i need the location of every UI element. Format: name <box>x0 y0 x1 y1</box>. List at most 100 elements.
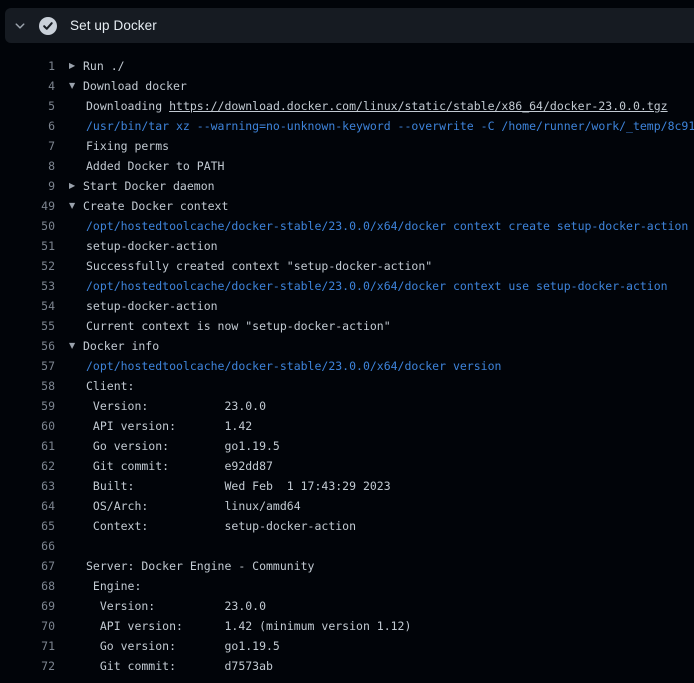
log-row: 64 OS/Arch: linux/amd64 <box>0 496 694 516</box>
log-text-segment: Context: setup-docker-action <box>86 519 356 533</box>
log-text-segment: /usr/bin/tar xz --warning=no-unknown-key… <box>86 119 694 133</box>
log-row: 62 Git commit: e92dd87 <box>0 456 694 476</box>
line-number[interactable]: 65 <box>0 516 55 536</box>
line-number[interactable]: 1 <box>0 56 55 76</box>
log-row: 57/opt/hostedtoolcache/docker-stable/23.… <box>0 356 694 376</box>
log-text-segment: Engine: <box>86 579 141 593</box>
log-row: 72 Git commit: d7573ab <box>0 656 694 676</box>
log-url-link[interactable]: https://download.docker.com/linux/static… <box>169 99 668 113</box>
line-number[interactable]: 56 <box>0 336 55 356</box>
line-number[interactable]: 71 <box>0 636 55 656</box>
log-text-segment: Fixing perms <box>86 139 169 153</box>
log-line-text: OS/Arch: linux/amd64 <box>86 496 301 516</box>
log-group-row[interactable]: 4 ▼Download docker <box>0 76 694 96</box>
line-number[interactable]: 50 <box>0 216 55 236</box>
line-number[interactable]: 67 <box>0 556 55 576</box>
log-command-line: /opt/hostedtoolcache/docker-stable/23.0.… <box>86 276 668 296</box>
line-number[interactable]: 55 <box>0 316 55 336</box>
line-number[interactable]: 52 <box>0 256 55 276</box>
log-rows: 1▶Run ./4▼Download docker5Downloading ht… <box>0 56 694 676</box>
log-line-text: setup-docker-action <box>86 296 218 316</box>
log-text-segment: Successfully created context "setup-dock… <box>86 259 432 273</box>
log-text-segment: setup-docker-action <box>86 299 218 313</box>
step-header[interactable]: Set up Docker <box>5 8 694 43</box>
line-number[interactable]: 68 <box>0 576 55 596</box>
log-command-line: /opt/hostedtoolcache/docker-stable/23.0.… <box>86 216 688 236</box>
log-row: 70 API version: 1.42 (minimum version 1.… <box>0 616 694 636</box>
log-row: 71 Go version: go1.19.5 <box>0 636 694 656</box>
log-group-row[interactable]: 56 ▼Docker info <box>0 336 694 356</box>
log-row: 8 Added Docker to PATH <box>0 156 694 176</box>
log-group-row[interactable]: 9 ▶Start Docker daemon <box>0 176 694 196</box>
expand-triangle-icon[interactable]: ▶ <box>69 176 83 196</box>
log-text-segment: Go version: go1.19.5 <box>86 639 280 653</box>
group-title[interactable]: Start Docker daemon <box>83 176 215 196</box>
log-line-text: Built: Wed Feb 1 17:43:29 2023 <box>86 476 391 496</box>
line-number[interactable]: 59 <box>0 396 55 416</box>
log-line-text: Downloading https://download.docker.com/… <box>86 96 668 116</box>
line-number[interactable]: 62 <box>0 456 55 476</box>
group-title[interactable]: Download docker <box>83 76 187 96</box>
log-command-line: /opt/hostedtoolcache/docker-stable/23.0.… <box>86 356 501 376</box>
log-row: 51 setup-docker-action <box>0 236 694 256</box>
group-title[interactable]: Docker info <box>83 336 159 356</box>
line-number[interactable]: 49 <box>0 196 55 216</box>
line-number[interactable]: 60 <box>0 416 55 436</box>
line-number[interactable]: 5 <box>0 96 55 116</box>
log-line-text: Version: 23.0.0 <box>86 396 266 416</box>
collapse-triangle-icon[interactable]: ▼ <box>69 196 83 216</box>
log-text-segment: Added Docker to PATH <box>86 159 224 173</box>
line-number[interactable]: 69 <box>0 596 55 616</box>
line-number[interactable]: 70 <box>0 616 55 636</box>
log-line-text: Added Docker to PATH <box>86 156 224 176</box>
log-text-segment: Built: Wed Feb 1 17:43:29 2023 <box>86 479 391 493</box>
chevron-down-icon[interactable] <box>14 20 26 32</box>
line-number[interactable]: 53 <box>0 276 55 296</box>
line-number[interactable]: 51 <box>0 236 55 256</box>
line-number[interactable]: 6 <box>0 116 55 136</box>
log-group-row[interactable]: 49 ▼Create Docker context <box>0 196 694 216</box>
log-text-segment: Current context is now "setup-docker-act… <box>86 319 391 333</box>
group-title[interactable]: Run ./ <box>83 56 125 76</box>
line-number[interactable]: 4 <box>0 76 55 96</box>
log-row: 65 Context: setup-docker-action <box>0 516 694 536</box>
line-number[interactable]: 54 <box>0 296 55 316</box>
log-line-text: setup-docker-action <box>86 236 218 256</box>
log-row: 66 <box>0 536 694 556</box>
log-text-segment: API version: 1.42 <box>86 419 252 433</box>
step-title: Set up Docker <box>70 18 157 33</box>
log-row: 59 Version: 23.0.0 <box>0 396 694 416</box>
line-number[interactable]: 58 <box>0 376 55 396</box>
log-command-line: /usr/bin/tar xz --warning=no-unknown-key… <box>86 116 694 136</box>
line-number[interactable]: 72 <box>0 656 55 676</box>
log-group-row[interactable]: 1 ▶Run ./ <box>0 56 694 76</box>
group-title[interactable]: Create Docker context <box>83 196 228 216</box>
collapse-triangle-icon[interactable]: ▼ <box>69 336 83 356</box>
log-text-segment: /opt/hostedtoolcache/docker-stable/23.0.… <box>86 359 501 373</box>
log-line-text: API version: 1.42 <box>86 416 252 436</box>
line-number[interactable]: 64 <box>0 496 55 516</box>
log-line-text: API version: 1.42 (minimum version 1.12) <box>86 616 411 636</box>
line-number[interactable]: 8 <box>0 156 55 176</box>
log-text-segment: Go version: go1.19.5 <box>86 439 280 453</box>
log-row: 7 Fixing perms <box>0 136 694 156</box>
line-number[interactable]: 66 <box>0 536 55 556</box>
line-number[interactable]: 57 <box>0 356 55 376</box>
log-line-text: Server: Docker Engine - Community <box>86 556 314 576</box>
log-text-segment: Version: 23.0.0 <box>86 399 266 413</box>
line-number[interactable]: 7 <box>0 136 55 156</box>
log-text-segment: Server: Docker Engine - Community <box>86 559 314 573</box>
log-row: 5 Downloading https://download.docker.com… <box>0 96 694 116</box>
line-number[interactable]: 63 <box>0 476 55 496</box>
log-row: 6/usr/bin/tar xz --warning=no-unknown-ke… <box>0 116 694 136</box>
log-line-text: Go version: go1.19.5 <box>86 436 280 456</box>
collapse-triangle-icon[interactable]: ▼ <box>69 76 83 96</box>
log-row: 63 Built: Wed Feb 1 17:43:29 2023 <box>0 476 694 496</box>
line-number[interactable]: 9 <box>0 176 55 196</box>
log-container: 1▶Run ./4▼Download docker5Downloading ht… <box>0 43 694 683</box>
line-number[interactable]: 61 <box>0 436 55 456</box>
expand-triangle-icon[interactable]: ▶ <box>69 56 83 76</box>
log-row: 68 Engine: <box>0 576 694 596</box>
log-text-segment: /opt/hostedtoolcache/docker-stable/23.0.… <box>86 219 688 233</box>
success-check-icon <box>39 17 57 35</box>
